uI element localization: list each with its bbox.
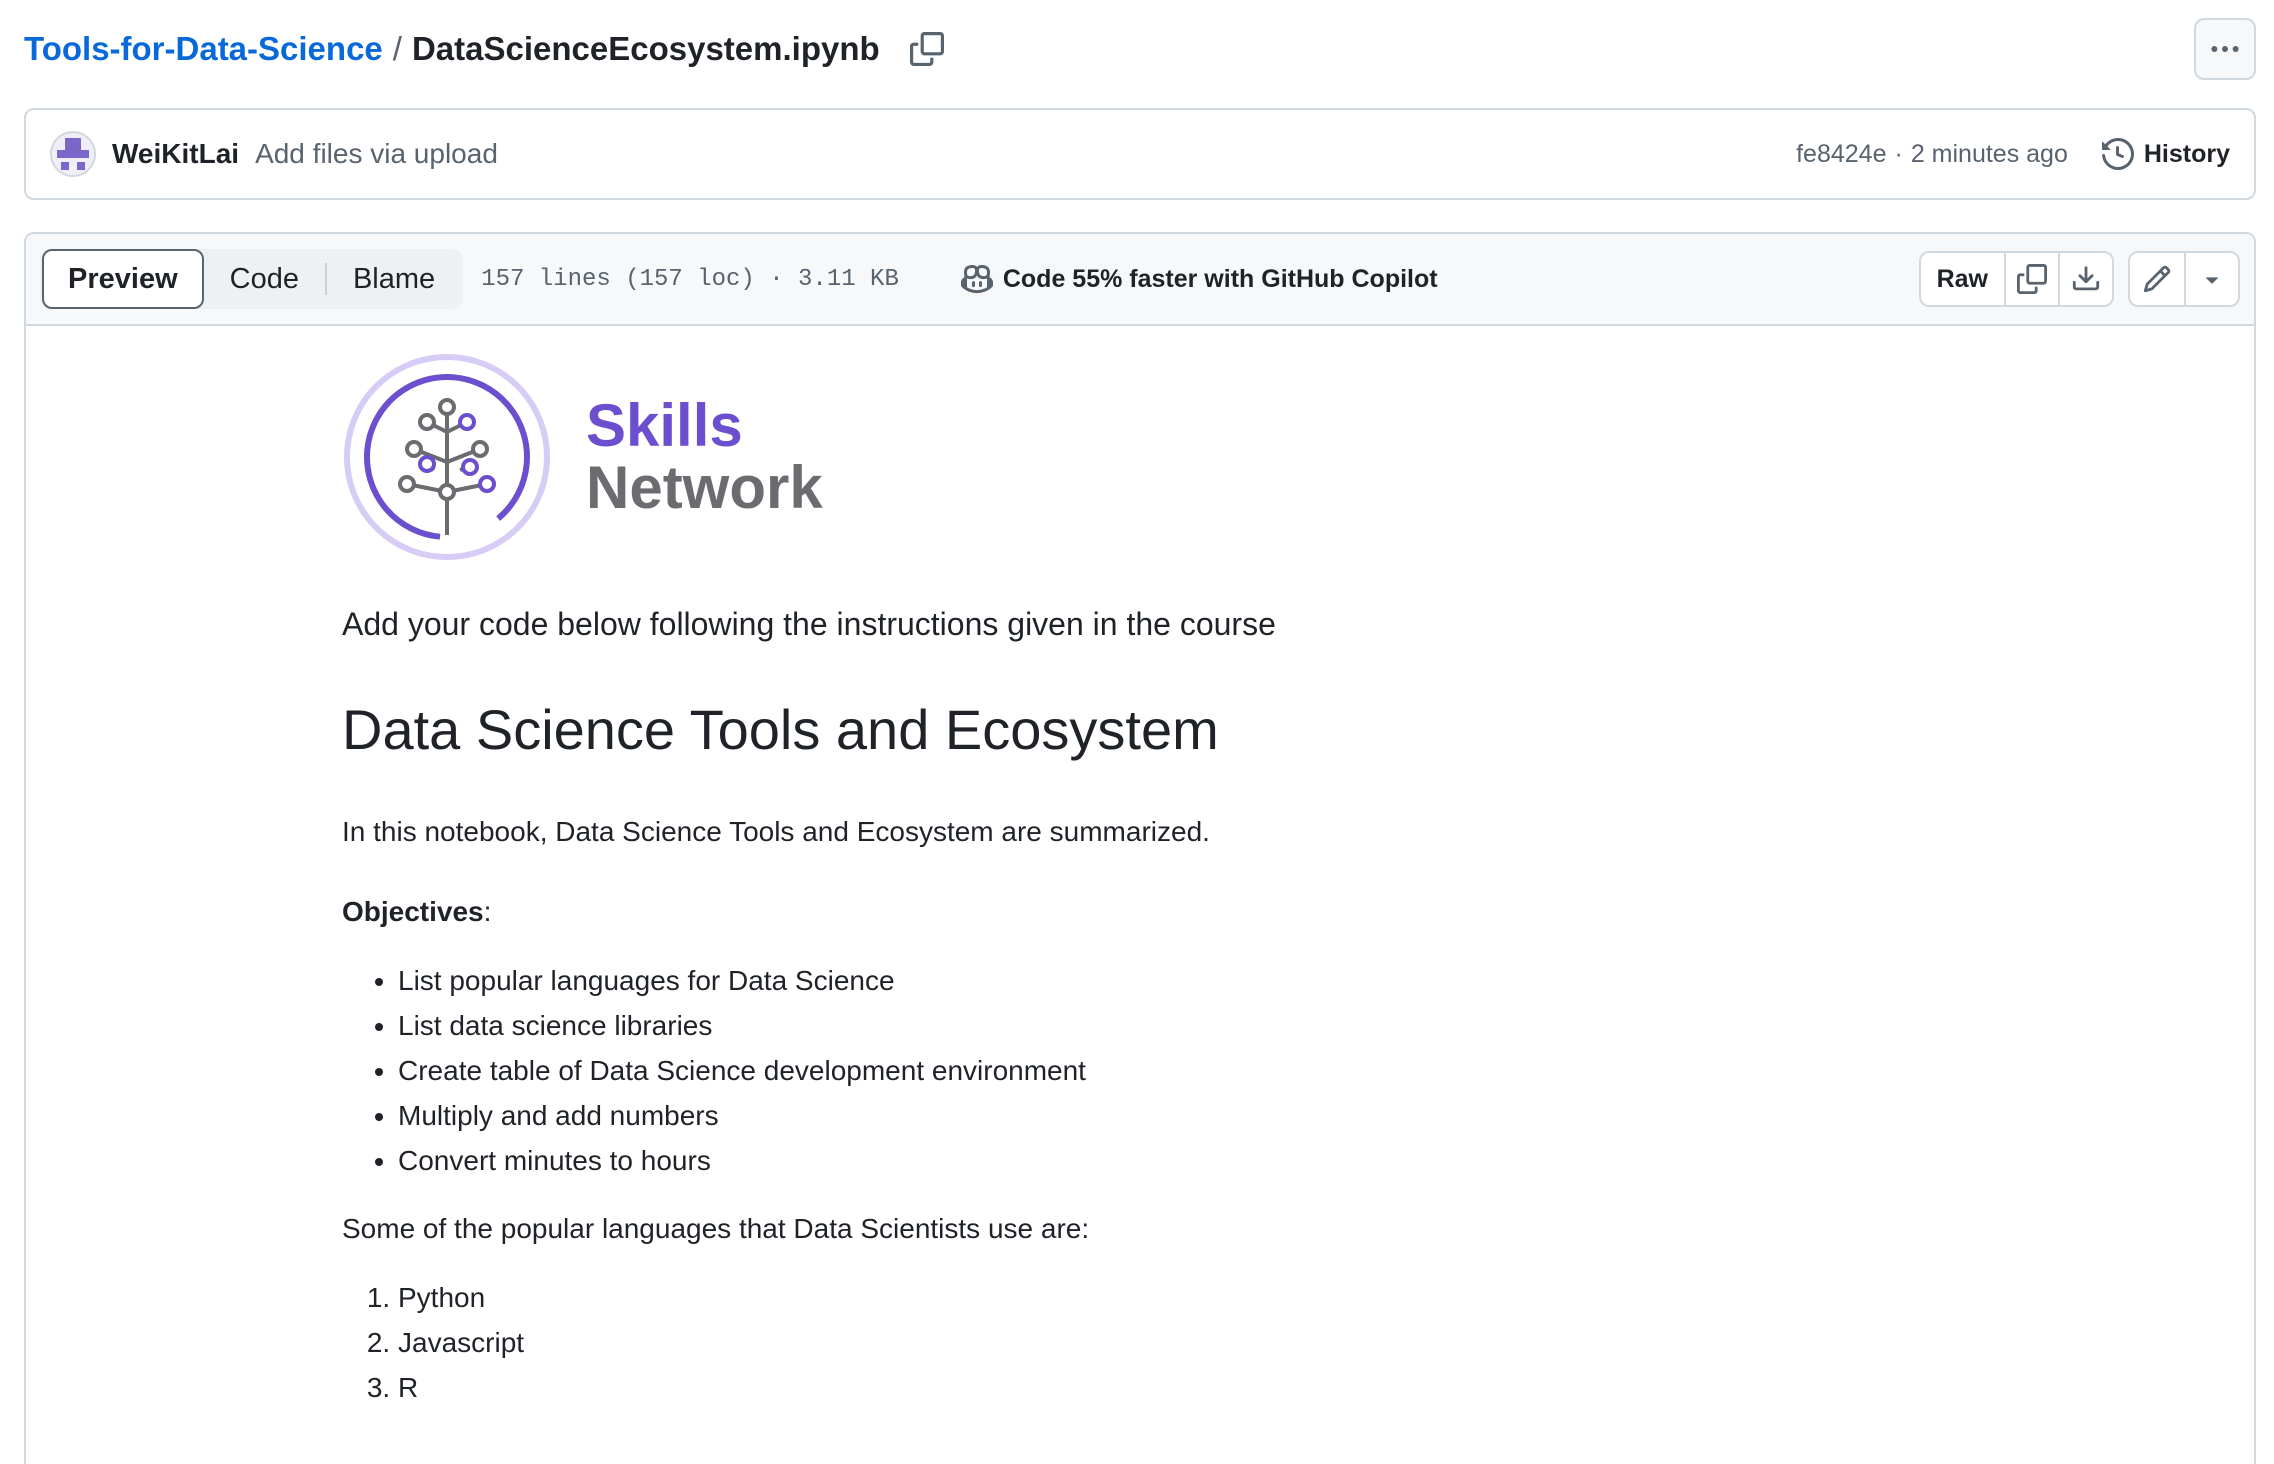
avatar[interactable] bbox=[50, 131, 96, 177]
list-item: Multiply and add numbers bbox=[398, 1093, 1942, 1138]
logo-line-skills: Skills bbox=[586, 392, 743, 459]
intro-text: Add your code below following the instru… bbox=[342, 606, 1276, 642]
languages-list: Python Javascript R bbox=[342, 1275, 1942, 1410]
logo-wordmark: Skills Network bbox=[586, 395, 823, 519]
tab-preview[interactable]: Preview bbox=[42, 249, 204, 309]
skills-network-logo: Skills Network bbox=[342, 352, 1942, 562]
list-item: List popular languages for Data Science bbox=[398, 958, 1942, 1003]
tab-code[interactable]: Code bbox=[204, 249, 325, 309]
copy-icon bbox=[909, 32, 944, 66]
copilot-promo-text: Code 55% faster with GitHub Copilot bbox=[1002, 264, 1438, 293]
file-header: Preview Code Blame 157 lines (157 loc) ·… bbox=[26, 234, 2254, 326]
copy-raw-button[interactable] bbox=[2004, 253, 2058, 305]
commit-time: 2 minutes ago bbox=[1910, 139, 2068, 168]
list-item: Create table of Data Science development… bbox=[398, 1048, 1942, 1093]
copilot-icon bbox=[960, 264, 993, 294]
languages-intro: Some of the popular languages that Data … bbox=[342, 1213, 1090, 1244]
list-item: List data science libraries bbox=[398, 1003, 1942, 1048]
download-icon bbox=[2072, 266, 2100, 291]
triangle-down-icon bbox=[2206, 277, 2218, 284]
commit-separator: · bbox=[1894, 139, 1903, 168]
list-item: R bbox=[398, 1365, 1942, 1410]
file-actions: Raw bbox=[1918, 251, 2240, 307]
history-button[interactable]: History bbox=[2101, 138, 2230, 170]
kebab-horizontal-icon bbox=[2211, 46, 2239, 52]
list-item: Python bbox=[398, 1275, 1942, 1320]
view-mode-tabs: Preview Code Blame bbox=[40, 249, 464, 309]
commit-author-link[interactable]: WeiKitLai bbox=[112, 138, 239, 170]
history-label: History bbox=[2143, 139, 2230, 168]
copy-path-button[interactable] bbox=[904, 26, 950, 72]
notebook-title: Data Science Tools and Ecosystem bbox=[342, 698, 1219, 761]
edit-actions-group bbox=[2128, 251, 2240, 307]
copy-icon bbox=[2017, 264, 2047, 294]
objectives-colon: : bbox=[483, 896, 492, 927]
summary-text: In this notebook, Data Science Tools and… bbox=[342, 816, 1210, 847]
pencil-icon bbox=[2143, 265, 2171, 293]
more-options-button[interactable] bbox=[2194, 18, 2256, 80]
edit-options-button[interactable] bbox=[2184, 253, 2238, 305]
commit-sha-link[interactable]: fe8424e bbox=[1796, 140, 1886, 169]
objectives-list: List popular languages for Data Science … bbox=[342, 958, 1942, 1183]
objectives-label: Objectives bbox=[342, 896, 484, 927]
tab-blame[interactable]: Blame bbox=[327, 249, 461, 309]
breadcrumb: Tools-for-Data-Science / DataScienceEcos… bbox=[24, 18, 2256, 80]
logo-line-network: Network bbox=[586, 454, 823, 521]
list-item: Convert minutes to hours bbox=[398, 1138, 1942, 1183]
edit-file-button[interactable] bbox=[2130, 253, 2184, 305]
notebook-preview: Skills Network Add your code below follo… bbox=[342, 352, 1942, 1410]
skills-network-tree-icon bbox=[344, 354, 550, 560]
breadcrumb-file-name: DataScienceEcosystem.ipynb bbox=[411, 30, 880, 67]
identicon-icon bbox=[57, 138, 89, 170]
file-meta: 157 lines (157 loc) · 3.11 KB bbox=[481, 265, 899, 293]
raw-actions-group: Raw bbox=[1918, 251, 2114, 307]
breadcrumb-separator: / bbox=[392, 30, 402, 67]
list-item: Javascript bbox=[398, 1320, 1942, 1365]
commit-message-link[interactable]: Add files via upload bbox=[255, 138, 498, 170]
objectives-heading: Objectives: bbox=[342, 896, 1942, 928]
latest-commit-bar: WeiKitLai Add files via upload fe8424e ·… bbox=[24, 108, 2256, 200]
raw-button[interactable]: Raw bbox=[1921, 253, 2004, 305]
page: Tools-for-Data-Science / DataScienceEcos… bbox=[0, 0, 2274, 1464]
history-icon bbox=[2101, 138, 2134, 170]
breadcrumb-repo-link[interactable]: Tools-for-Data-Science bbox=[24, 30, 383, 68]
file-viewer: Preview Code Blame 157 lines (157 loc) ·… bbox=[24, 232, 2256, 1464]
download-button[interactable] bbox=[2058, 253, 2112, 305]
copilot-promo-link[interactable]: Code 55% faster with GitHub Copilot bbox=[960, 263, 1438, 295]
commit-meta: fe8424e · 2 minutes ago History bbox=[1796, 138, 2230, 170]
